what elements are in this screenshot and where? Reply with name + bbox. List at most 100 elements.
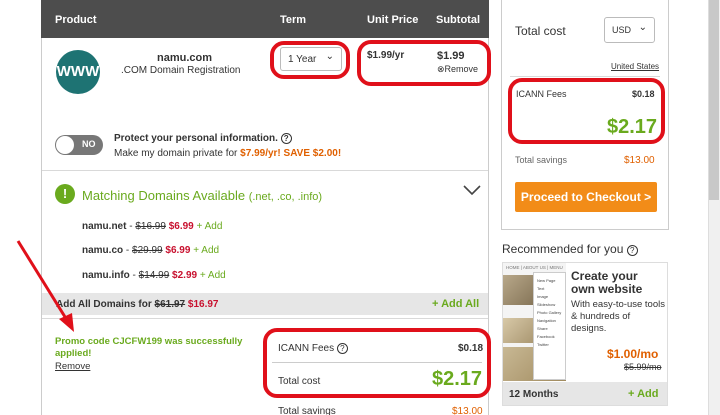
annotation-arrow bbox=[16, 240, 74, 332]
add-all-old-price: $61.97 bbox=[154, 299, 186, 310]
sidebar-icann-value: $0.18 bbox=[632, 89, 655, 99]
website-builder-preview: HOME | ABOUT US | MENU New Page Text Ima… bbox=[503, 263, 566, 381]
remove-item-label: Remove bbox=[444, 64, 479, 74]
bottom-icann-value: $0.18 bbox=[458, 343, 484, 354]
matching-title-text: Matching Domains Available bbox=[82, 188, 246, 203]
header-subtotal: Subtotal bbox=[436, 14, 480, 26]
header-product: Product bbox=[55, 14, 97, 26]
matching-domain-name: namu.info bbox=[82, 270, 130, 281]
item-subtotal: $1.99 bbox=[437, 50, 465, 62]
header-term: Term bbox=[280, 14, 307, 26]
currency-select[interactable]: USD ⌄ bbox=[604, 17, 655, 43]
matching-row-info: namu.info - $14.99 $2.99 + Add bbox=[82, 270, 226, 281]
domain-description: .COM Domain Registration bbox=[121, 65, 241, 76]
builder-menu-item: Photo Gallery bbox=[537, 310, 562, 315]
exclamation-icon: ! bbox=[55, 184, 75, 204]
toggle-label: NO bbox=[82, 139, 96, 149]
matching-old-price: $14.99 bbox=[138, 270, 170, 281]
chevron-svg bbox=[463, 185, 481, 196]
ad-old-price: $5.99/mo bbox=[624, 362, 662, 372]
term-select-value: 1 Year bbox=[288, 54, 317, 65]
preview-nav-menu: MENU bbox=[549, 265, 563, 270]
ad-term: 12 Months bbox=[509, 389, 559, 400]
matching-add-link[interactable]: + Add bbox=[193, 245, 219, 256]
preview-nav-about: ABOUT US bbox=[522, 265, 546, 270]
bottom-total-value: $2.17 bbox=[432, 368, 483, 390]
bottom-icann-label: ICANN Fees ? bbox=[278, 343, 348, 354]
builder-menu-item: New Page bbox=[537, 278, 556, 283]
builder-menu-items: New Page Text Image Slideshow Photo Gall… bbox=[537, 277, 561, 349]
builder-menu-item: Text bbox=[537, 286, 545, 291]
cart-table-header: Product Term Unit Price Subtotal bbox=[41, 0, 489, 38]
matching-domain-name: namu.net bbox=[82, 221, 127, 232]
builder-menu-item: Twitter bbox=[537, 342, 549, 347]
matching-old-price: $29.99 bbox=[132, 245, 163, 256]
preview-nav-home: HOME bbox=[506, 265, 520, 270]
bottom-savings-label: Total savings bbox=[278, 406, 336, 415]
toggle-knob bbox=[56, 136, 74, 154]
chevron-down-icon: ⌄ bbox=[325, 51, 334, 62]
sidebar-savings-label: Total savings bbox=[515, 155, 568, 165]
ad-add-button[interactable]: + Add bbox=[628, 388, 658, 400]
privacy-text-prefix: Make my domain private for bbox=[114, 148, 241, 159]
privacy-toggle[interactable]: NO bbox=[55, 135, 103, 155]
sidebar-total-label: Total cost bbox=[515, 24, 566, 38]
sidebar-total-value: $2.17 bbox=[607, 116, 658, 138]
privacy-text: Make my domain private for $7.99/yr! SAV… bbox=[114, 148, 341, 159]
ad-price: $1.00/mo bbox=[607, 347, 659, 361]
builder-menu-item: Image bbox=[537, 294, 549, 299]
globe-icon-text: WWW bbox=[56, 63, 100, 80]
ad-title: Create your own website bbox=[571, 269, 643, 296]
matching-domain-name: namu.co bbox=[82, 245, 124, 256]
sidebar-icann-label: ICANN Fees bbox=[516, 89, 567, 99]
remove-item-link[interactable]: ⊗Remove bbox=[437, 64, 478, 75]
help-icon[interactable]: ? bbox=[280, 133, 292, 144]
matching-new-price: $6.99 bbox=[165, 245, 191, 256]
builder-menu-item: Share bbox=[537, 326, 548, 331]
promo-message: Promo code CJCFW199 was successfully app… bbox=[55, 336, 243, 359]
matching-new-price: $2.99 bbox=[172, 270, 198, 281]
divider bbox=[42, 318, 488, 319]
unit-price: $1.99/yr bbox=[367, 50, 405, 61]
privacy-title-text: Protect your personal information. bbox=[114, 133, 278, 144]
matching-title: Matching Domains Available (.net, .co, .… bbox=[82, 188, 322, 203]
close-circle-icon: ⊗ bbox=[437, 64, 445, 74]
country-link[interactable]: United States bbox=[611, 62, 659, 71]
matching-add-link[interactable]: + Add bbox=[200, 270, 226, 281]
recommended-title: Recommended for you ? bbox=[502, 242, 638, 256]
matching-new-price: $6.99 bbox=[168, 221, 194, 232]
sidebar-savings-value: $13.00 bbox=[624, 155, 655, 166]
add-all-button[interactable]: + Add All bbox=[432, 298, 479, 310]
matching-row-net: namu.net - $16.99 $6.99 + Add bbox=[82, 221, 223, 232]
proceed-to-checkout-button[interactable]: Proceed to Checkout > bbox=[515, 182, 657, 212]
bottom-savings-value: $13.00 bbox=[452, 406, 483, 415]
builder-menu-item: Slideshow bbox=[537, 302, 556, 307]
privacy-offer: $7.99/yr! SAVE $2.00! bbox=[240, 148, 342, 159]
divider bbox=[42, 170, 488, 171]
help-icon[interactable]: ? bbox=[336, 343, 348, 354]
add-all-label: Add All Domains for $61.97 $16.97 bbox=[56, 299, 219, 310]
globe-icon: WWW bbox=[56, 50, 100, 94]
scrollbar-thumb[interactable] bbox=[709, 0, 719, 200]
domain-name: namu.com bbox=[157, 52, 213, 64]
chevron-down-icon[interactable] bbox=[462, 182, 482, 198]
promo-remove-link[interactable]: Remove bbox=[55, 361, 90, 372]
chevron-down-icon: ⌄ bbox=[638, 22, 647, 33]
header-unit-price: Unit Price bbox=[367, 14, 419, 26]
term-select[interactable]: 1 Year ⌄ bbox=[280, 47, 342, 71]
bottom-total-label: Total cost bbox=[278, 376, 321, 387]
add-all-new-price: $16.97 bbox=[187, 299, 219, 310]
bottom-icann-text: ICANN Fees bbox=[278, 343, 335, 354]
recommended-title-text: Recommended for you bbox=[502, 242, 624, 256]
currency-value: USD bbox=[612, 25, 632, 35]
matching-old-price: $16.99 bbox=[135, 221, 166, 232]
matching-row-co: namu.co - $29.99 $6.99 + Add bbox=[82, 245, 220, 256]
matching-add-link[interactable]: + Add bbox=[197, 221, 223, 232]
matching-suffix: (.net, .co, .info) bbox=[248, 191, 323, 203]
preview-nav: HOME | ABOUT US | MENU bbox=[506, 265, 563, 270]
help-icon[interactable]: ? bbox=[626, 245, 638, 256]
privacy-title: Protect your personal information. ? bbox=[114, 133, 292, 144]
divider bbox=[272, 362, 482, 363]
ad-text: With easy-to-use tools & hundreds of des… bbox=[571, 299, 665, 334]
builder-menu-item: Navigation bbox=[537, 318, 556, 323]
